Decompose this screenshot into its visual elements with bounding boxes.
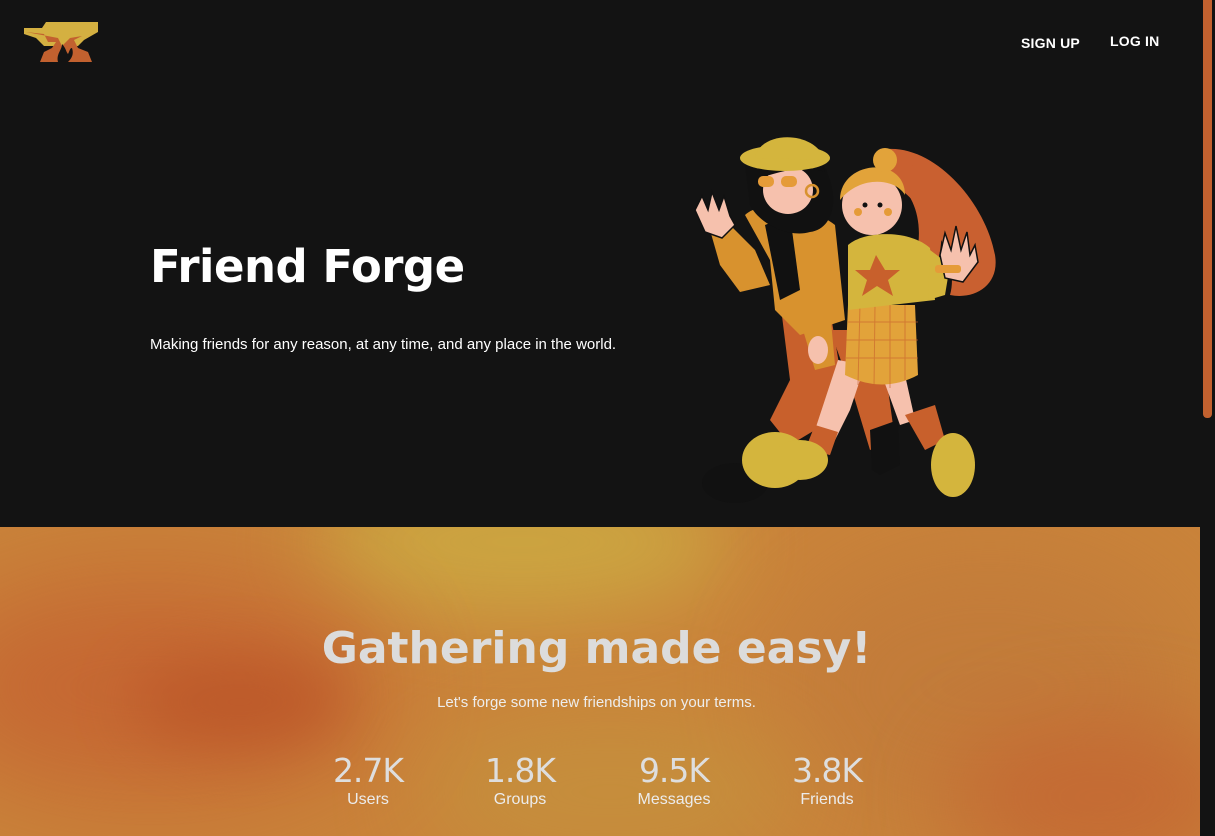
stat-messages: 9.5K Messages (614, 751, 734, 808)
background-blob (310, 527, 730, 617)
stat-label: Groups (493, 790, 547, 808)
stat-groups: 1.8K Groups (460, 751, 580, 808)
anvil-flame-icon[interactable] (22, 18, 102, 66)
hero-tagline: Making friends for any reason, at any ti… (150, 336, 617, 353)
landing-page: Friend Forge Making friends for any reas… (0, 0, 1215, 836)
section-subtitle: Let's forge some new friendships on your… (437, 694, 756, 711)
hero-title: Friend Forge (150, 240, 465, 293)
stat-users: 2.7K Users (308, 751, 428, 808)
section-title: Gathering made easy! (321, 623, 872, 674)
stat-friends: 3.8K Friends (767, 751, 887, 808)
stat-value: 3.8K (791, 751, 863, 790)
stat-value: 1.8K (484, 751, 556, 790)
stat-label: Messages (637, 790, 711, 808)
stat-value: 9.5K (638, 751, 710, 790)
stat-label: Friends (800, 790, 854, 808)
signup-link[interactable]: SIGN UP (1021, 35, 1080, 51)
stat-label: Users (347, 790, 389, 808)
gathering-section: Gathering made easy! Let's forge some ne… (0, 527, 1200, 836)
scrollbar-thumb[interactable] (1203, 0, 1212, 418)
top-navbar: SIGN UP LOG IN (0, 0, 1200, 90)
login-link[interactable]: LOG IN (1110, 33, 1159, 49)
friends-illustration (694, 137, 996, 503)
stat-value: 2.7K (332, 751, 404, 790)
